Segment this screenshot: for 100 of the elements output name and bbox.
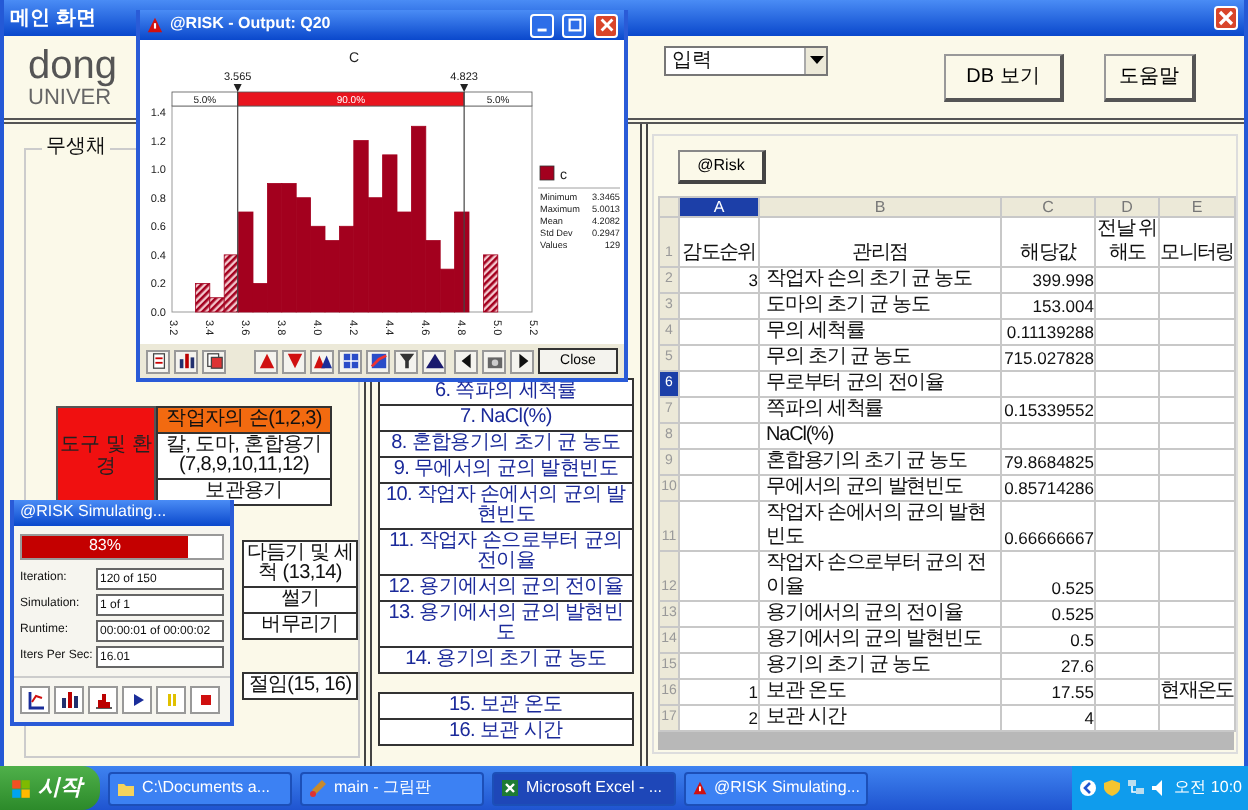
sheet-cell: 용기에서의 균의 전이율 xyxy=(759,601,1001,627)
sheet-cell: 27.6 xyxy=(1001,653,1095,679)
factor-box: 11. 작업자 손으로부터 균의 전이율 xyxy=(377,528,634,576)
help-button[interactable]: 도움말 xyxy=(1104,53,1196,101)
minimize-button[interactable] xyxy=(530,13,554,37)
sheet-cell: 무의 세척률 xyxy=(759,319,1001,345)
process-box: 다듬기 및 세척 (13,14) xyxy=(242,540,358,588)
sheet-cell: 모니터링 xyxy=(1159,217,1235,267)
category-box: 도구 및 환경 xyxy=(56,406,156,506)
sheet-cell: 작업자 손에서의 균의 발현빈도 xyxy=(759,501,1001,551)
process-box: 썰기 xyxy=(242,588,358,614)
sheet-cell: 보관 온도 xyxy=(759,679,1001,705)
graph-icon xyxy=(369,352,387,370)
taskbar-button[interactable]: Microsoft Excel - ... xyxy=(492,771,676,805)
funnel-icon xyxy=(397,352,415,370)
window-title: @RISK - Output: Q20 xyxy=(170,16,331,34)
spreadsheet-icon xyxy=(500,778,520,798)
warning-triangle-icon xyxy=(146,16,164,34)
sheet-cell: 0.15339552 xyxy=(1001,397,1095,423)
factor-box: 15. 보관 온도 xyxy=(377,692,634,720)
chart-icon xyxy=(59,690,79,710)
sheet-cell: 도마의 초기 균 농도 xyxy=(759,293,1001,319)
column-header[interactable]: B xyxy=(759,197,1001,217)
sheet-cell: 작업자 손으로부터 균의 전이율 xyxy=(759,551,1001,601)
column-header[interactable]: C xyxy=(1001,197,1095,217)
clock: 오전 10:0 xyxy=(1174,779,1242,797)
sheet-cell: 해당값 xyxy=(1001,217,1095,267)
sheet-cell: 용기에서의 균의 발현빈도 xyxy=(759,627,1001,653)
control-button[interactable] xyxy=(190,686,220,714)
sheet-cell: 무에서의 균의 발현빈도 xyxy=(759,475,1001,501)
sheet-cell: 작업자 손의 초기 균 농도 xyxy=(759,267,1001,293)
sheet-cell: 1 xyxy=(679,679,759,705)
sheet-cell: 0.525 xyxy=(1001,551,1095,601)
toolbar-button[interactable] xyxy=(394,349,418,373)
sheet-cell: 0.85714286 xyxy=(1001,475,1095,501)
toolbar-button[interactable] xyxy=(338,349,362,373)
start-button[interactable]: 시작 xyxy=(0,766,100,810)
control-button[interactable] xyxy=(88,686,118,714)
process-box: 버무리기 xyxy=(242,614,358,640)
factor-box: 13. 용기에서의 균의 발현빈도 xyxy=(377,600,634,648)
dropdown[interactable]: 입력 xyxy=(664,46,828,76)
column-header[interactable]: E xyxy=(1159,197,1235,217)
histogram-bar xyxy=(483,254,499,313)
control-button[interactable] xyxy=(20,686,50,714)
db-view-button[interactable]: DB 보기 xyxy=(944,53,1064,101)
taskbar-button[interactable]: @RISK Simulating... xyxy=(684,771,868,805)
toolbar-button[interactable] xyxy=(454,349,478,373)
delimiter-marker[interactable] xyxy=(460,84,469,313)
hazard-box: 칼, 도마, 혼합용기 (7,8,9,10,11,12) xyxy=(156,434,332,480)
mountain-icon xyxy=(425,352,443,370)
shield-icon xyxy=(1102,778,1123,798)
control-button[interactable] xyxy=(122,686,152,714)
window-title: 메인 화면 xyxy=(10,7,96,29)
histogram-icon xyxy=(93,690,113,710)
group-title: 무생채 xyxy=(42,136,110,158)
sheet-cell: 0.525 xyxy=(1001,601,1095,627)
process-box: 절임(15, 16) xyxy=(242,672,358,700)
maximize-button[interactable] xyxy=(562,13,586,37)
toolbar-button[interactable] xyxy=(310,349,334,373)
factor-box: 9. 무에서의 균의 발현빈도 xyxy=(377,456,634,484)
column-header[interactable]: D xyxy=(1095,197,1159,217)
taskbar-button[interactable]: C:\Documents a... xyxy=(108,771,292,805)
sheet-cell: 무의 초기 균 농도 xyxy=(759,345,1001,371)
close-icon xyxy=(1216,8,1236,28)
corner-cell xyxy=(659,197,679,217)
warning-triangle-icon xyxy=(692,778,708,798)
sheet-cell: 용기의 초기 균 농도 xyxy=(759,653,1001,679)
factor-box: 7. NaCl(%) xyxy=(377,404,634,432)
progress-label: 83% xyxy=(88,538,121,556)
toolbar-button[interactable] xyxy=(146,349,170,373)
taskbar-button[interactable]: main - 그림판 xyxy=(300,771,484,805)
right-arrow-icon xyxy=(513,352,531,370)
delimiter-marker[interactable] xyxy=(233,84,242,313)
toolbar-button[interactable] xyxy=(510,349,534,373)
risk-button[interactable]: @Risk xyxy=(678,150,766,184)
close-button[interactable] xyxy=(594,13,618,37)
windows-flag-icon xyxy=(10,777,32,799)
sheet-cell: 쪽파의 세척률 xyxy=(759,397,1001,423)
camera-icon xyxy=(485,352,503,370)
caret-icon xyxy=(809,56,823,66)
sheet-cell: 혼합용기의 초기 균 농도 xyxy=(759,449,1001,475)
sheet-cell: 153.004 xyxy=(1001,293,1095,319)
close-button[interactable] xyxy=(1214,6,1238,30)
sheet-cell: 0.11139288 xyxy=(1001,319,1095,345)
sheet-cell: 0.66666667 xyxy=(1001,501,1095,551)
sheet-cell: 0.5 xyxy=(1001,627,1095,653)
toolbar-button[interactable] xyxy=(174,349,198,373)
down-triangle-icon xyxy=(285,352,303,370)
factor-box: 8. 혼합용기의 초기 균 농도 xyxy=(377,430,634,458)
axes-icon xyxy=(25,690,45,710)
toolbar-button[interactable] xyxy=(422,349,446,373)
toolbar-button[interactable] xyxy=(202,349,226,373)
column-header[interactable]: A xyxy=(679,197,759,217)
sheet-cell: 감도순위 xyxy=(679,217,759,267)
sheet-cell: 17.55 xyxy=(1001,679,1095,705)
control-button[interactable] xyxy=(54,686,84,714)
toolbar-button[interactable] xyxy=(366,349,390,373)
brush-icon xyxy=(308,778,328,798)
copy-icon xyxy=(205,352,223,370)
logo-text: dong xyxy=(28,45,117,85)
